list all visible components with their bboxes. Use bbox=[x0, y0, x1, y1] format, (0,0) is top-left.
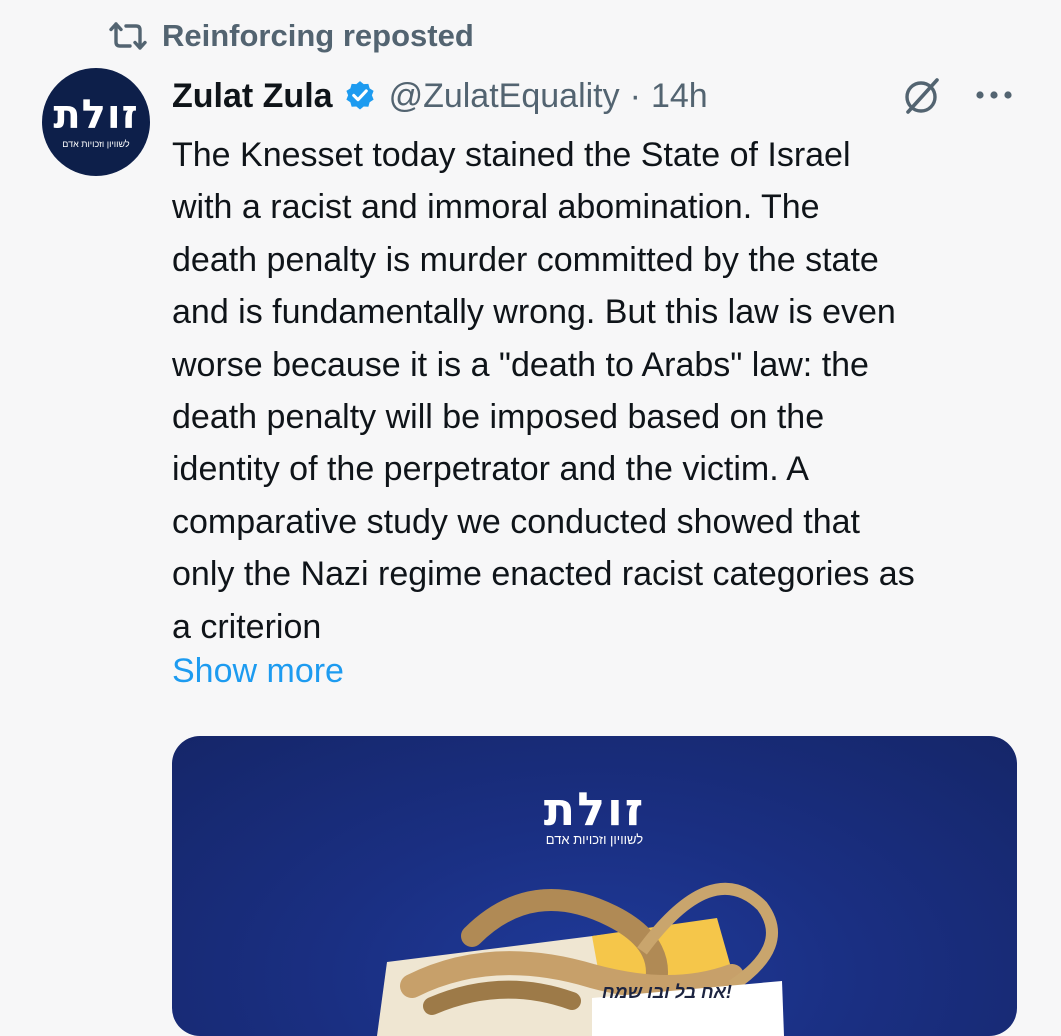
verified-badge-icon bbox=[345, 81, 374, 110]
avatar-logo: זולת bbox=[53, 92, 139, 138]
post-text-line: The Knesset today stained the State of I… bbox=[172, 136, 851, 174]
post-text-line: and is fundamentally wrong. But this law… bbox=[172, 293, 896, 332]
more-options-icon[interactable] bbox=[972, 80, 1016, 110]
avatar[interactable]: זולת לשוויון וזכויות אדם bbox=[42, 68, 150, 176]
avatar-tagline: לשוויון וזכויות אדם bbox=[62, 139, 130, 149]
repost-indicator[interactable]: Reinforcing reposted bbox=[108, 14, 474, 58]
author-handle[interactable]: @ZulatEquality bbox=[389, 77, 620, 116]
post-timestamp[interactable]: 14h bbox=[651, 77, 708, 116]
show-more-link[interactable]: Show more bbox=[172, 652, 344, 691]
post-header: Zulat Zula @ZulatEquality · 14h bbox=[172, 70, 708, 122]
repost-icon bbox=[109, 22, 147, 50]
post-text-line: with a racist and immoral abomination. T… bbox=[172, 188, 820, 227]
post-text-line: only the Nazi regime enacted racist cate… bbox=[172, 555, 915, 594]
post-text-line: worse because it is a "death to Arabs" l… bbox=[172, 345, 869, 384]
repost-label: Reinforcing reposted bbox=[162, 18, 474, 53]
post-text: The Knesset today stained the State of I… bbox=[172, 129, 1032, 653]
noose-illustration bbox=[377, 882, 784, 1036]
post-media-image[interactable]: זולת לשוויון וזכויות אדם אח בל ובו שמח! bbox=[172, 736, 1017, 1036]
post-text-line: a criterion bbox=[172, 607, 322, 646]
grok-icon[interactable] bbox=[900, 74, 944, 118]
separator-dot: · bbox=[629, 76, 641, 115]
post-text-line: death penalty will be imposed based on t… bbox=[172, 398, 825, 437]
author-name[interactable]: Zulat Zula bbox=[172, 77, 333, 116]
post-text-line: comparative study we conducted showed th… bbox=[172, 502, 860, 541]
post-text-line: identity of the perpetrator and the vict… bbox=[172, 450, 809, 489]
post-text-line: death penalty is murder committed by the… bbox=[172, 240, 879, 279]
